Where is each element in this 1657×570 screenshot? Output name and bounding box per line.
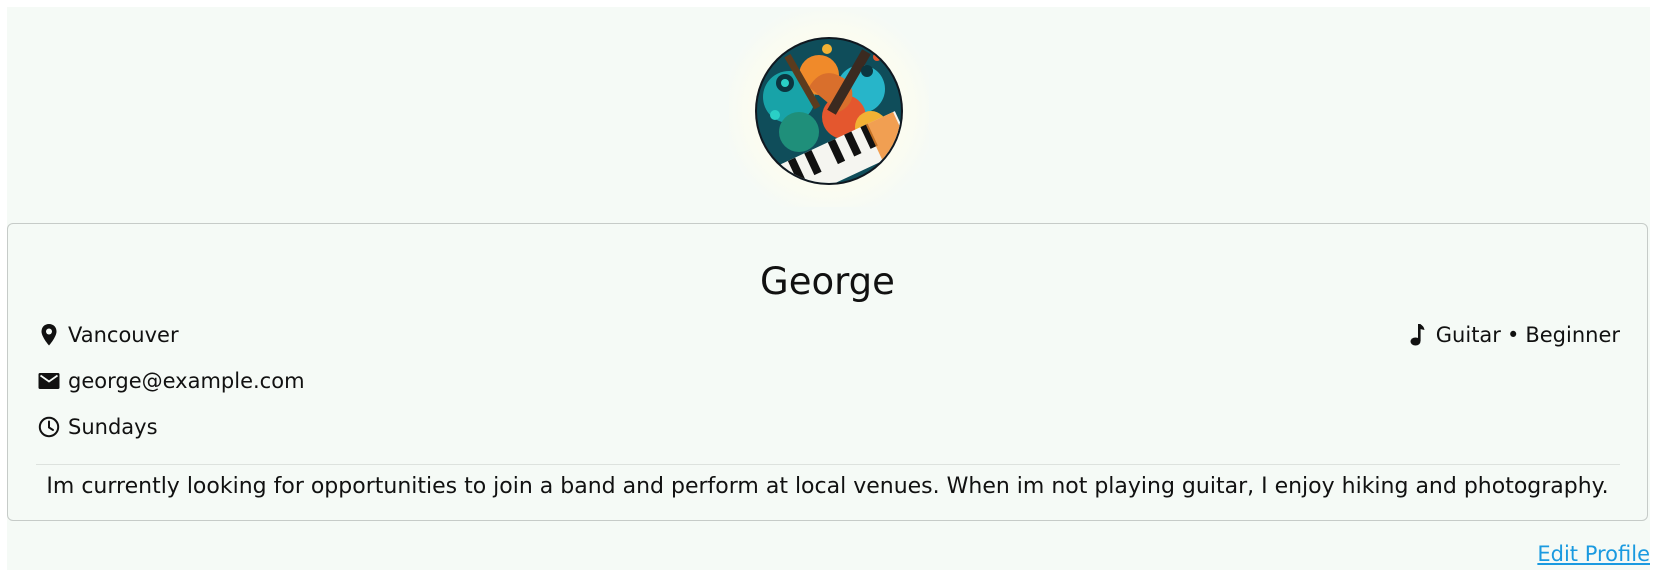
availability-row: Sundays	[36, 414, 158, 440]
profile-bio: Im currently looking for opportunities t…	[46, 474, 1609, 499]
email-text: george@example.com	[68, 369, 305, 393]
availability-text: Sundays	[68, 415, 158, 439]
instrument-info: Guitar • Beginner	[1406, 322, 1620, 348]
profile-card: George Vancouver george@example.com Sund…	[7, 223, 1648, 521]
profile-page: George Vancouver george@example.com Sund…	[7, 7, 1650, 570]
clock-icon	[36, 414, 62, 440]
envelope-icon	[36, 368, 62, 394]
profile-avatar	[729, 7, 929, 207]
location-text: Vancouver	[68, 323, 179, 347]
location-row: Vancouver	[36, 322, 179, 348]
email-row: george@example.com	[36, 368, 305, 394]
divider	[36, 464, 1620, 465]
instrument-separator: •	[1506, 323, 1520, 347]
map-pin-icon	[36, 322, 62, 348]
music-note-icon	[1406, 322, 1428, 348]
edit-profile-link[interactable]: Edit Profile	[1537, 541, 1650, 567]
skill-level-text: Beginner	[1525, 323, 1620, 347]
music-collage-avatar-icon	[755, 37, 903, 185]
instrument-text: Guitar	[1435, 323, 1501, 347]
profile-name: George	[760, 260, 895, 303]
